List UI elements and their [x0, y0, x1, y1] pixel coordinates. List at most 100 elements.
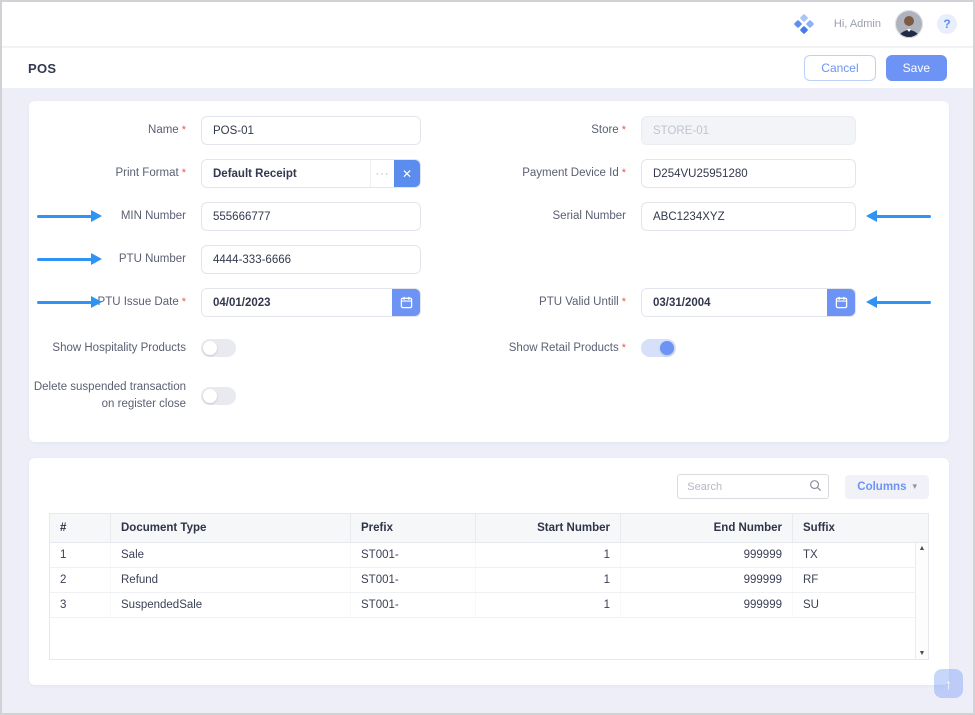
payment-device-id-label: Payment Device Id [522, 167, 619, 179]
serial-number-label: Serial Number [553, 210, 627, 222]
cell-document-type: Refund [111, 568, 351, 592]
print-format-input[interactable] [202, 160, 370, 187]
cell-document-type: SuspendedSale [111, 593, 351, 617]
cell-suffix: RF [793, 568, 928, 592]
required-marker: * [182, 296, 186, 308]
field-row-min-number: MIN Number [29, 195, 489, 238]
field-row-delete-suspended: Delete suspended transaction on register… [29, 372, 489, 420]
table-scrollbar[interactable]: ▲ ▼ [915, 543, 928, 659]
annotation-arrow-ptu-issue-date [37, 301, 92, 304]
help-icon[interactable]: ? [937, 14, 957, 34]
field-row-store: Store* [489, 109, 949, 152]
search-box [677, 474, 829, 499]
pos-form-card: Name* Print Format* ··· ✕ MIN Numbe [29, 101, 949, 442]
show-retail-toggle[interactable] [641, 339, 676, 357]
calendar-icon[interactable] [827, 289, 855, 316]
annotation-arrow-ptu-valid-untill [876, 301, 931, 304]
ptu-issue-date-field [201, 288, 421, 317]
col-header-start-number[interactable]: Start Number [476, 514, 621, 542]
cell-suffix: SU [793, 593, 928, 617]
required-marker: * [182, 167, 186, 179]
col-header-prefix[interactable]: Prefix [351, 514, 476, 542]
cell-document-type: Sale [111, 543, 351, 567]
store-input [641, 116, 856, 145]
col-header-end-number[interactable]: End Number [621, 514, 793, 542]
col-header-index[interactable]: # [50, 514, 111, 542]
field-row-show-hospitality: Show Hospitality Products [29, 324, 489, 372]
ptu-number-input[interactable] [201, 245, 421, 274]
annotation-arrow-serial-number [876, 215, 931, 218]
cell-index: 2 [50, 568, 111, 592]
page-header: POS Cancel Save [2, 47, 973, 88]
table-header-row: # Document Type Prefix Start Number End … [50, 514, 928, 543]
ptu-issue-date-label: PTU Issue Date [98, 296, 179, 308]
required-marker: * [182, 124, 186, 136]
scroll-to-top-button[interactable]: ↑ [934, 669, 963, 698]
columns-button-label: Columns [857, 481, 906, 493]
cell-index: 1 [50, 543, 111, 567]
annotation-arrow-ptu-number [37, 258, 92, 261]
cell-end-number: 999999 [621, 568, 793, 592]
calendar-icon[interactable] [392, 289, 420, 316]
save-button[interactable]: Save [886, 55, 947, 81]
name-input[interactable] [201, 116, 421, 145]
search-icon [809, 479, 822, 497]
lookup-ellipsis-icon[interactable]: ··· [370, 160, 394, 187]
ptu-valid-untill-input[interactable] [642, 289, 827, 316]
page-title: POS [28, 61, 56, 76]
table-row[interactable]: 1 Sale ST001- 1 999999 TX [50, 543, 928, 568]
col-header-suffix[interactable]: Suffix [793, 514, 928, 542]
min-number-input[interactable] [201, 202, 421, 231]
field-row-show-retail: Show Retail Products* [489, 324, 949, 372]
table-row[interactable]: 2 Refund ST001- 1 999999 RF [50, 568, 928, 593]
document-types-table: # Document Type Prefix Start Number End … [49, 513, 929, 660]
ptu-issue-date-input[interactable] [202, 289, 392, 316]
required-marker: * [622, 124, 626, 136]
col-header-document-type[interactable]: Document Type [111, 514, 351, 542]
document-types-card: Columns ▾ # Document Type Prefix Start N… [29, 458, 949, 685]
delete-suspended-label-line2: on register close [29, 396, 186, 413]
print-format-lookup: ··· ✕ [201, 159, 421, 188]
cell-end-number: 999999 [621, 593, 793, 617]
show-hospitality-toggle[interactable] [201, 339, 236, 357]
required-marker: * [622, 342, 626, 354]
cell-start-number: 1 [476, 568, 621, 592]
name-label: Name [148, 124, 179, 136]
required-marker: * [622, 167, 626, 179]
field-row-ptu-number: PTU Number [29, 238, 489, 281]
scrollbar-down-icon[interactable]: ▼ [919, 650, 926, 657]
field-row-ptu-issue-date: PTU Issue Date* [29, 281, 489, 324]
field-row-payment-device-id: Payment Device Id* [489, 152, 949, 195]
cell-start-number: 1 [476, 593, 621, 617]
ptu-number-label: PTU Number [119, 253, 186, 265]
search-input[interactable] [677, 474, 829, 499]
min-number-label: MIN Number [121, 210, 186, 222]
payment-device-id-input[interactable] [641, 159, 856, 188]
cell-index: 3 [50, 593, 111, 617]
delete-suspended-label-line1: Delete suspended transaction [29, 379, 186, 396]
annotation-arrow-min-number [37, 215, 92, 218]
app-window: Hi, Admin ? POS Cancel Save [0, 0, 975, 715]
required-marker: * [622, 296, 626, 308]
show-retail-label: Show Retail Products [509, 342, 619, 354]
scrollbar-up-icon[interactable]: ▲ [919, 545, 926, 552]
show-hospitality-label: Show Hospitality Products [52, 342, 186, 354]
apps-grid-icon[interactable] [794, 14, 814, 34]
field-row-name: Name* [29, 109, 489, 152]
cell-end-number: 999999 [621, 543, 793, 567]
clear-icon[interactable]: ✕ [394, 160, 420, 187]
print-format-label: Print Format [115, 167, 178, 179]
cell-prefix: ST001- [351, 543, 476, 567]
avatar[interactable] [895, 10, 923, 38]
field-row-serial-number: Serial Number [489, 195, 949, 238]
delete-suspended-toggle[interactable] [201, 387, 236, 405]
cancel-button[interactable]: Cancel [804, 55, 875, 81]
store-label: Store [591, 124, 619, 136]
columns-button[interactable]: Columns ▾ [845, 475, 929, 499]
serial-number-input[interactable] [641, 202, 856, 231]
cell-prefix: ST001- [351, 568, 476, 592]
field-row-ptu-valid-untill: PTU Valid Untill* [489, 281, 949, 324]
cell-start-number: 1 [476, 543, 621, 567]
table-row[interactable]: 3 SuspendedSale ST001- 1 999999 SU [50, 593, 928, 618]
user-greeting: Hi, Admin [834, 18, 881, 30]
